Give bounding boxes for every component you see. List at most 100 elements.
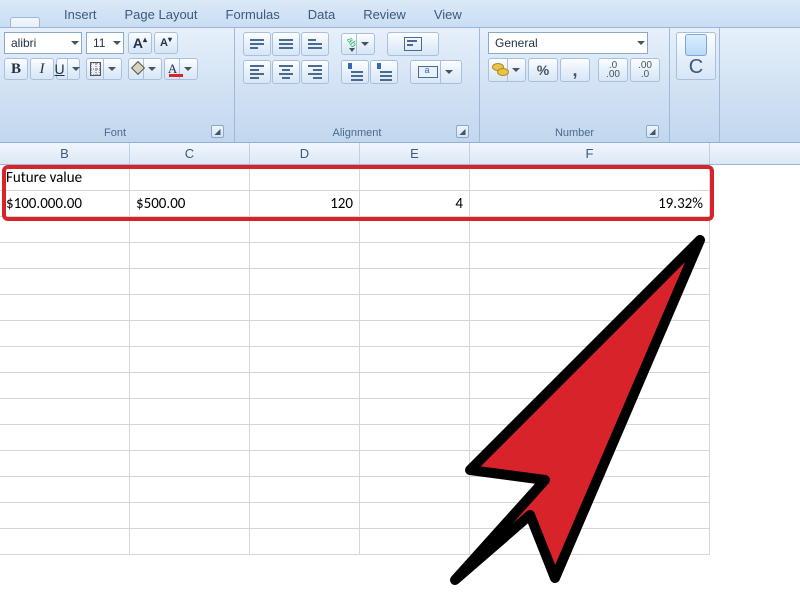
align-top-button[interactable] — [243, 32, 271, 56]
cell[interactable] — [470, 477, 710, 503]
col-header-d[interactable]: D — [250, 143, 360, 164]
increase-decimal-button[interactable]: .0 .00 — [598, 58, 628, 82]
cell-b2[interactable]: $100.000.00 — [0, 191, 130, 217]
cell-e1[interactable] — [360, 165, 470, 191]
cell[interactable] — [470, 217, 710, 243]
cell[interactable] — [360, 243, 470, 269]
tab-home[interactable] — [10, 17, 40, 27]
cell[interactable] — [130, 477, 250, 503]
cell-c2[interactable]: $500.00 — [130, 191, 250, 217]
cell-f1[interactable] — [470, 165, 710, 191]
italic-button[interactable]: I — [30, 58, 54, 80]
cell[interactable] — [470, 503, 710, 529]
cell-f2[interactable]: 19.32% — [470, 191, 710, 217]
cell[interactable] — [250, 529, 360, 555]
cell[interactable] — [0, 503, 130, 529]
col-header-f[interactable]: F — [470, 143, 710, 164]
cell[interactable] — [250, 243, 360, 269]
cell[interactable] — [250, 269, 360, 295]
bold-button[interactable]: B — [4, 58, 28, 80]
col-header-c[interactable]: C — [130, 143, 250, 164]
cell[interactable] — [0, 451, 130, 477]
font-color-button[interactable]: A — [164, 58, 198, 80]
cell[interactable] — [130, 451, 250, 477]
cell[interactable] — [0, 243, 130, 269]
increase-font-size-button[interactable]: A▴ — [128, 32, 152, 54]
cell[interactable] — [130, 217, 250, 243]
cell[interactable] — [360, 529, 470, 555]
number-dialog-launcher[interactable]: ◢ — [646, 125, 659, 138]
align-left-button[interactable] — [243, 60, 271, 84]
col-header-b[interactable]: B — [0, 143, 130, 164]
tab-view[interactable]: View — [420, 3, 476, 27]
cell[interactable] — [250, 295, 360, 321]
cell[interactable] — [130, 269, 250, 295]
tab-insert[interactable]: Insert — [50, 3, 111, 27]
align-bottom-button[interactable] — [301, 32, 329, 56]
cell[interactable] — [470, 399, 710, 425]
wrap-text-button[interactable] — [387, 32, 439, 56]
cell[interactable] — [250, 425, 360, 451]
cell[interactable] — [130, 373, 250, 399]
cell[interactable] — [250, 503, 360, 529]
orientation-button[interactable] — [341, 33, 375, 55]
cell[interactable] — [360, 503, 470, 529]
cell[interactable] — [470, 347, 710, 373]
cell[interactable] — [360, 451, 470, 477]
cropped-button[interactable]: C — [676, 32, 716, 80]
fill-color-button[interactable] — [128, 58, 162, 80]
cell[interactable] — [0, 295, 130, 321]
cell[interactable] — [130, 347, 250, 373]
font-dialog-launcher[interactable]: ◢ — [211, 125, 224, 138]
cell[interactable] — [0, 347, 130, 373]
alignment-dialog-launcher[interactable]: ◢ — [456, 125, 469, 138]
cell[interactable] — [0, 321, 130, 347]
cell-b1[interactable]: Future value — [0, 165, 130, 191]
cell[interactable] — [360, 425, 470, 451]
cell[interactable] — [360, 269, 470, 295]
accounting-format-button[interactable] — [488, 58, 526, 82]
cell-e2[interactable]: 4 — [360, 191, 470, 217]
col-header-e[interactable]: E — [360, 143, 470, 164]
cell[interactable] — [250, 373, 360, 399]
cell[interactable] — [0, 373, 130, 399]
cell[interactable] — [0, 529, 130, 555]
cell-d2[interactable]: 120 — [250, 191, 360, 217]
comma-style-button[interactable]: , — [560, 58, 590, 82]
cell[interactable] — [0, 425, 130, 451]
cell[interactable] — [470, 295, 710, 321]
borders-button[interactable] — [86, 58, 122, 80]
underline-button[interactable]: U — [56, 58, 80, 80]
decrease-decimal-button[interactable]: .00 .0 — [630, 58, 660, 82]
cell[interactable] — [130, 503, 250, 529]
cell[interactable] — [130, 321, 250, 347]
cell[interactable] — [0, 269, 130, 295]
cell[interactable] — [130, 425, 250, 451]
cell[interactable] — [250, 451, 360, 477]
cell[interactable] — [250, 347, 360, 373]
tab-review[interactable]: Review — [349, 3, 420, 27]
cell[interactable] — [470, 451, 710, 477]
align-right-button[interactable] — [301, 60, 329, 84]
cell[interactable] — [130, 295, 250, 321]
cell[interactable] — [130, 399, 250, 425]
cell[interactable] — [360, 295, 470, 321]
cell[interactable] — [470, 529, 710, 555]
cell[interactable] — [360, 373, 470, 399]
percent-style-button[interactable]: % — [528, 58, 558, 82]
decrease-indent-button[interactable] — [341, 60, 369, 84]
cell[interactable] — [360, 347, 470, 373]
cell[interactable] — [0, 399, 130, 425]
cell[interactable] — [470, 269, 710, 295]
tab-page-layout[interactable]: Page Layout — [111, 3, 212, 27]
merge-center-button[interactable] — [410, 60, 462, 84]
cell[interactable] — [470, 373, 710, 399]
cell[interactable] — [250, 399, 360, 425]
align-middle-button[interactable] — [272, 32, 300, 56]
number-format-combo[interactable]: General — [488, 32, 648, 54]
tab-data[interactable]: Data — [294, 3, 349, 27]
cell-c1[interactable] — [130, 165, 250, 191]
font-name-combo[interactable]: alibri — [4, 32, 82, 54]
cell[interactable] — [470, 425, 710, 451]
increase-indent-button[interactable] — [370, 60, 398, 84]
